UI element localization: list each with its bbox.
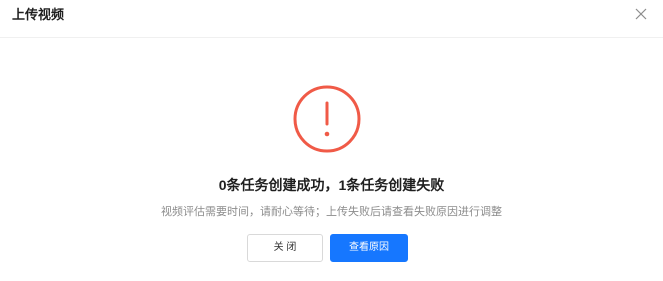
dialog-title: 上传视频 (12, 7, 65, 22)
close-button[interactable]: 关 闭 (247, 234, 323, 262)
result-message: 0条任务创建成功，1条任务创建失败 (218, 177, 445, 193)
exclamation-circle-icon (292, 84, 362, 154)
close-icon[interactable] (633, 6, 649, 22)
view-reason-button[interactable]: 查看原因 (330, 234, 408, 262)
dialog-body: 0条任务创建成功，1条任务创建失败 视频评估需要时间，请耐心等待；上传失败后请查… (0, 38, 663, 281)
upload-video-dialog: 上传视频 0条任务创建成功，1条任务创建失败 视频评估需要时间，请耐心等待；上传… (0, 0, 663, 281)
hint-message: 视频评估需要时间，请耐心等待；上传失败后请查看失败原因进行调整 (161, 206, 502, 218)
dialog-header: 上传视频 (0, 0, 663, 38)
